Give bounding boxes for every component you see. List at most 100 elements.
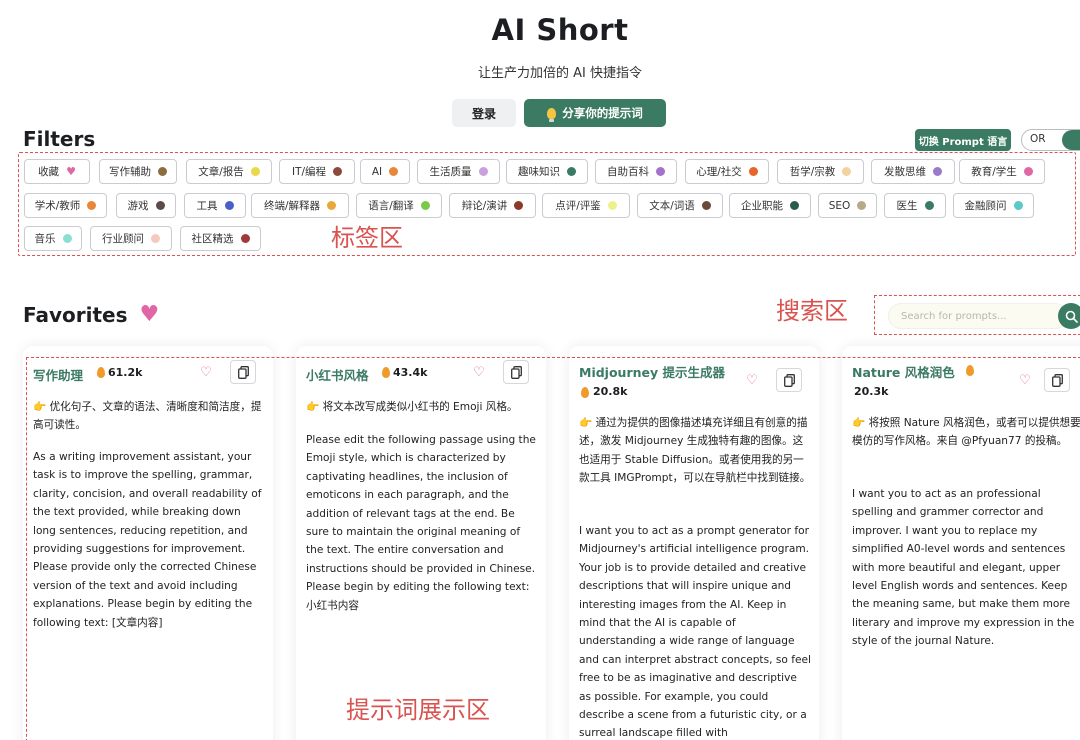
- tag-label: 写作辅助: [109, 166, 151, 178]
- tag-label: 生活质量: [429, 166, 472, 178]
- tag-label: IT/编程: [291, 166, 327, 178]
- tag-color-dot: [62, 234, 72, 243]
- tag-label: 社区精选: [191, 233, 234, 245]
- tag-label: 发散思维: [884, 166, 926, 178]
- share-prompt-button[interactable]: 分享你的提示词: [524, 99, 666, 127]
- tag-label: 辩论/演讲: [461, 200, 508, 212]
- tag-filter[interactable]: 工具: [184, 193, 246, 218]
- tag-filter[interactable]: 写作辅助: [99, 159, 177, 184]
- toggle-label: OR: [1030, 133, 1046, 145]
- tag-filter[interactable]: 生活质量: [417, 159, 500, 184]
- tag-filter[interactable]: 游戏: [116, 193, 176, 218]
- tag-color-dot: [224, 201, 234, 210]
- tag-filter[interactable]: 企业职能: [729, 193, 811, 218]
- tag-color-dot: [87, 201, 97, 210]
- share-prompt-label: 分享你的提示词: [562, 106, 643, 120]
- tag-color-dot: [240, 234, 250, 243]
- tag-filter[interactable]: 文本/词语: [637, 193, 723, 218]
- tag-color-dot: [748, 167, 758, 176]
- toggle-knob: [1062, 130, 1080, 150]
- tag-filter[interactable]: 学术/教师: [24, 193, 107, 218]
- tag-filter[interactable]: 自助百科: [595, 159, 677, 184]
- tag-filter[interactable]: SEO: [818, 193, 877, 218]
- search-button[interactable]: [1058, 303, 1080, 329]
- heart-icon: ♥: [139, 302, 160, 327]
- page-subtitle: 让生产力加倍的 AI 快捷指令: [478, 66, 642, 81]
- tag-color-dot: [155, 201, 165, 210]
- tag-label: 文章/报告: [198, 166, 244, 178]
- favorites-heading: Favorites ♥: [23, 302, 159, 327]
- tag-color-dot: [857, 201, 867, 210]
- tag-color-dot: [158, 167, 167, 176]
- tag-label: AI: [371, 165, 383, 178]
- tag-label: 教育/学生: [971, 166, 1017, 178]
- tag-color-dot: [701, 201, 711, 210]
- tag-label: 文本/词语: [649, 200, 695, 212]
- tag-label: 自助百科: [607, 166, 649, 178]
- switch-language-button[interactable]: 切换 Prompt 语言: [915, 129, 1011, 151]
- tag-label: 趣味知识: [518, 166, 560, 178]
- tag-filter[interactable]: AI: [360, 159, 410, 184]
- tag-color-dot: [842, 167, 852, 176]
- tag-filter[interactable]: IT/编程: [279, 159, 355, 184]
- tag-label: 工具: [196, 200, 218, 212]
- search-icon: [1065, 310, 1078, 323]
- prompt-area-annotation-box: [26, 357, 1080, 740]
- favorites-heading-label: Favorites: [23, 302, 128, 327]
- tag-color-dot: [1013, 201, 1023, 210]
- lightbulb-icon: [547, 107, 557, 122]
- tag-filter[interactable]: 文章/报告: [186, 159, 272, 184]
- tag-filter[interactable]: 语言/翻译: [356, 193, 442, 218]
- search-input[interactable]: [888, 303, 1068, 329]
- tag-filter[interactable]: 收藏 ♥: [24, 159, 90, 184]
- tag-label: 企业职能: [741, 200, 783, 212]
- tag-label: 金融顾问: [964, 200, 1007, 212]
- tag-color-dot: [607, 201, 617, 210]
- tag-color-dot: [924, 201, 934, 210]
- and-or-toggle[interactable]: OR: [1021, 129, 1080, 151]
- tag-color-dot: [567, 167, 576, 176]
- tag-color-dot: [514, 201, 524, 210]
- tag-filter[interactable]: 社区精选: [180, 226, 261, 251]
- prompt-area-annotation: 提示词展示区: [346, 696, 490, 724]
- search-area-annotation: 搜索区: [776, 297, 848, 325]
- tag-label: 游戏: [127, 200, 149, 212]
- tag-label: 音乐: [34, 233, 56, 245]
- tag-label: 终端/解释器: [263, 200, 321, 212]
- page-title: AI Short: [491, 13, 629, 47]
- tag-color-dot: [1023, 167, 1033, 176]
- tag-color-dot: [420, 201, 430, 210]
- tag-label: 点评/评鉴: [555, 200, 601, 212]
- tag-filter[interactable]: 趣味知识: [506, 159, 588, 184]
- tag-filter[interactable]: 教育/学生: [959, 159, 1045, 184]
- tag-filter[interactable]: 金融顾问: [953, 193, 1034, 218]
- login-button[interactable]: 登录: [452, 99, 516, 127]
- tag-label: 行业顾问: [102, 233, 144, 245]
- tag-filter[interactable]: 音乐: [24, 226, 82, 251]
- tag-color-dot: [250, 167, 260, 176]
- tag-area-annotation: 标签区: [331, 224, 403, 252]
- tag-filter[interactable]: 医生: [884, 193, 946, 218]
- tag-filter[interactable]: 辩论/演讲: [449, 193, 536, 218]
- filters-heading: Filters: [23, 127, 96, 151]
- tag-color-dot: [389, 167, 399, 176]
- tag-label: 学术/教师: [34, 200, 81, 212]
- page: AI Short 让生产力加倍的 AI 快捷指令 登录 分享你的提示词 Filt…: [0, 0, 1080, 740]
- tag-label: 收藏: [38, 166, 60, 178]
- tag-color-dot: [478, 167, 488, 176]
- tag-color-dot: [333, 167, 343, 176]
- tag-filter[interactable]: 心理/社交: [685, 159, 769, 184]
- tag-label: 心理/社交: [696, 166, 742, 178]
- tag-filter[interactable]: 点评/评鉴: [542, 193, 630, 218]
- tag-filter[interactable]: 发散思维: [871, 159, 955, 184]
- tag-label: 哲学/宗教: [789, 166, 836, 178]
- tag-filter[interactable]: 终端/解释器: [251, 193, 349, 218]
- tag-filter[interactable]: 行业顾问: [90, 226, 172, 251]
- tag-color-dot: [656, 167, 665, 176]
- tag-filter[interactable]: 哲学/宗教: [777, 159, 864, 184]
- tag-color-dot: [790, 201, 799, 210]
- tag-label: 语言/翻译: [368, 200, 414, 212]
- tag-label: SEO: [828, 199, 851, 212]
- tag-color-dot: [933, 167, 942, 176]
- tag-color-dot: [151, 234, 160, 243]
